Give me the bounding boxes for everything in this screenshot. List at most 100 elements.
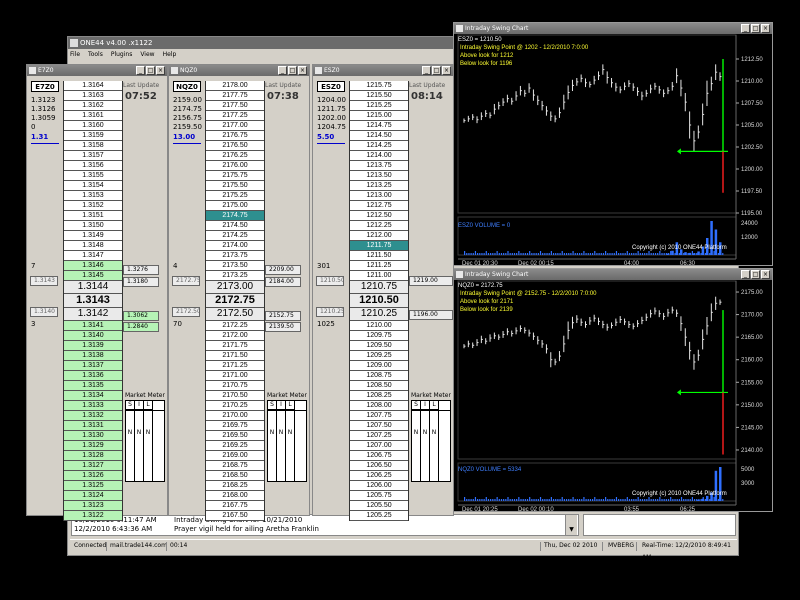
- price-cell[interactable]: 2171.25: [206, 361, 264, 371]
- price-cell[interactable]: 1.3140: [64, 331, 122, 341]
- price-cell[interactable]: 2171.00: [206, 371, 264, 381]
- price-cell[interactable]: 1208.25: [350, 391, 408, 401]
- price-cell[interactable]: 1.3164: [64, 81, 122, 91]
- price-cell[interactable]: 1.3127: [64, 461, 122, 471]
- price-cell[interactable]: 1209.25: [350, 351, 408, 361]
- price-cell[interactable]: 2169.00: [206, 451, 264, 461]
- price-cell[interactable]: 1209.75: [350, 331, 408, 341]
- price-cell[interactable]: 1.3135: [64, 381, 122, 391]
- maximize-button[interactable]: □: [146, 66, 155, 75]
- price-cell[interactable]: 1.3151: [64, 211, 122, 221]
- price-cell[interactable]: 2173.50: [206, 261, 264, 271]
- news-item[interactable]: 12/2/2010 6:43:36 AM: [74, 525, 152, 534]
- price-cell[interactable]: 2177.00: [206, 121, 264, 131]
- symbol-box[interactable]: ESZ0: [317, 81, 345, 92]
- price-cell[interactable]: 2170.75: [206, 381, 264, 391]
- price-cell[interactable]: 1214.50: [350, 131, 408, 141]
- price-cell[interactable]: 1212.75: [350, 201, 408, 211]
- price-cell[interactable]: 1.3136: [64, 371, 122, 381]
- price-cell[interactable]: 1212.50: [350, 211, 408, 221]
- price-cell[interactable]: 1205.75: [350, 491, 408, 501]
- price-cell[interactable]: 2170.25: [206, 401, 264, 411]
- price-cell[interactable]: 1205.50: [350, 501, 408, 511]
- price-cell[interactable]: 2169.75: [206, 421, 264, 431]
- price-cell[interactable]: 1.3144: [64, 281, 122, 294]
- price-cell[interactable]: 2176.75: [206, 131, 264, 141]
- price-cell[interactable]: 1.3155: [64, 171, 122, 181]
- price-cell[interactable]: 2178.00: [206, 81, 264, 91]
- price-cell[interactable]: 2177.25: [206, 111, 264, 121]
- price-cell[interactable]: 1.3141: [64, 321, 122, 331]
- price-cell[interactable]: 1.3123: [64, 501, 122, 511]
- price-cell[interactable]: 1207.00: [350, 441, 408, 451]
- price-cell[interactable]: 2171.75: [206, 341, 264, 351]
- price-cell[interactable]: 2169.25: [206, 441, 264, 451]
- price-cell[interactable]: 2168.25: [206, 481, 264, 491]
- price-cell[interactable]: 1.3154: [64, 181, 122, 191]
- menu-item[interactable]: Help: [163, 51, 177, 58]
- price-cell[interactable]: 2174.75: [206, 211, 264, 221]
- price-ladder[interactable]: 2178.00 2177.75 2177.50 2177.25 2177.00 2176.…: [205, 81, 265, 521]
- price-cell[interactable]: 1.3149: [64, 231, 122, 241]
- price-cell[interactable]: 2173.75: [206, 251, 264, 261]
- price-cell[interactable]: 2177.50: [206, 101, 264, 111]
- price-cell[interactable]: 2175.75: [206, 171, 264, 181]
- price-cell[interactable]: 1.3163: [64, 91, 122, 101]
- price-cell[interactable]: 2175.50: [206, 181, 264, 191]
- price-cell[interactable]: 1.3147: [64, 251, 122, 261]
- price-cell[interactable]: 2173.00: [206, 281, 264, 294]
- price-cell[interactable]: 1206.25: [350, 471, 408, 481]
- price-cell[interactable]: 1206.50: [350, 461, 408, 471]
- price-cell[interactable]: 2174.50: [206, 221, 264, 231]
- price-cell[interactable]: 1.3129: [64, 441, 122, 451]
- price-cell[interactable]: 1.3138: [64, 351, 122, 361]
- price-cell[interactable]: 1.3128: [64, 451, 122, 461]
- price-cell[interactable]: 1.3122: [64, 511, 122, 521]
- price-cell[interactable]: 2173.25: [206, 271, 264, 281]
- price-cell[interactable]: 1.3150: [64, 221, 122, 231]
- price-cell[interactable]: 1.3133: [64, 401, 122, 411]
- price-cell[interactable]: 1207.25: [350, 431, 408, 441]
- price-cell[interactable]: 1211.75: [350, 241, 408, 251]
- price-cell[interactable]: 1215.25: [350, 101, 408, 111]
- price-cell[interactable]: 2175.00: [206, 201, 264, 211]
- price-cell[interactable]: 2168.50: [206, 471, 264, 481]
- price-cell[interactable]: 1.3142: [64, 308, 122, 321]
- price-cell[interactable]: 2176.25: [206, 151, 264, 161]
- price-cell[interactable]: 1.3162: [64, 101, 122, 111]
- price-cell[interactable]: 1.3146: [64, 261, 122, 271]
- price-cell[interactable]: 1.3145: [64, 271, 122, 281]
- close-button[interactable]: ×: [298, 66, 307, 75]
- price-cell[interactable]: 2170.00: [206, 411, 264, 421]
- news-scrollbar[interactable]: ▼: [565, 515, 577, 535]
- price-cell[interactable]: 1208.00: [350, 401, 408, 411]
- price-cell[interactable]: 1.3124: [64, 491, 122, 501]
- price-cell[interactable]: 1.3132: [64, 411, 122, 421]
- menu-item[interactable]: View: [140, 51, 154, 58]
- price-cell[interactable]: 1211.00: [350, 271, 408, 281]
- price-cell[interactable]: 2172.25: [206, 321, 264, 331]
- price-cell[interactable]: 1208.75: [350, 371, 408, 381]
- symbol-box[interactable]: NQZ0: [173, 81, 201, 92]
- price-cell[interactable]: 1.3153: [64, 191, 122, 201]
- price-cell[interactable]: 2174.00: [206, 241, 264, 251]
- last-price-cell[interactable]: 1.3143: [64, 294, 122, 308]
- price-cell[interactable]: 1215.75: [350, 81, 408, 91]
- price-cell[interactable]: 1.3131: [64, 421, 122, 431]
- price-cell[interactable]: 2176.00: [206, 161, 264, 171]
- price-cell[interactable]: 1.3134: [64, 391, 122, 401]
- price-cell[interactable]: 1.3161: [64, 111, 122, 121]
- price-cell[interactable]: 1.3137: [64, 361, 122, 371]
- price-cell[interactable]: 1214.00: [350, 151, 408, 161]
- price-cell[interactable]: 2172.50: [206, 308, 264, 321]
- maximize-button[interactable]: □: [432, 66, 441, 75]
- price-cell[interactable]: 1212.25: [350, 221, 408, 231]
- menu-item[interactable]: File: [70, 51, 80, 58]
- price-cell[interactable]: 1.3130: [64, 431, 122, 441]
- price-cell[interactable]: 2176.50: [206, 141, 264, 151]
- price-cell[interactable]: 2172.00: [206, 331, 264, 341]
- price-cell[interactable]: 1210.75: [350, 281, 408, 294]
- close-button[interactable]: ×: [442, 66, 451, 75]
- price-cell[interactable]: 1215.50: [350, 91, 408, 101]
- price-cell[interactable]: 1.3159: [64, 131, 122, 141]
